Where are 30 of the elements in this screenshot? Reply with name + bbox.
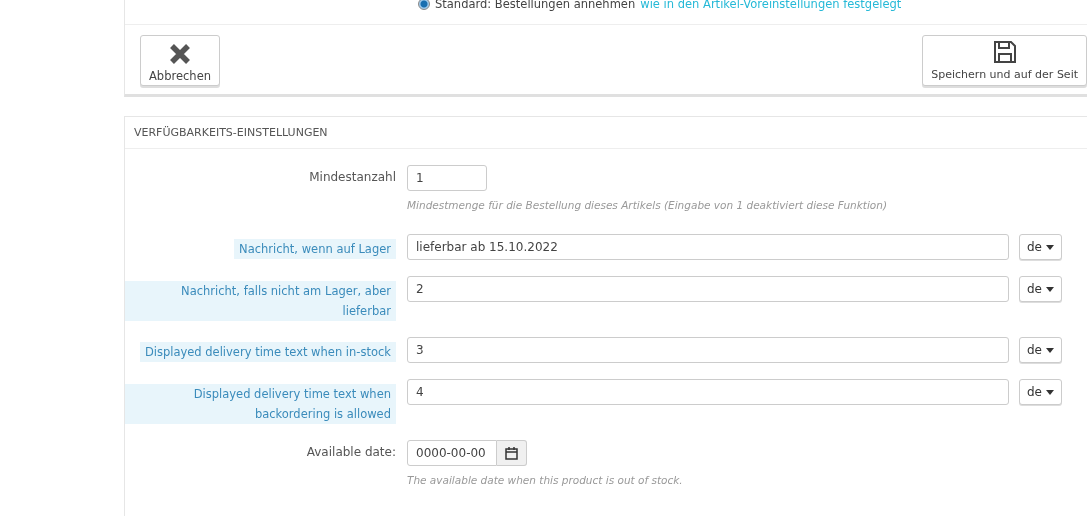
language-dropdown[interactable]: de xyxy=(1019,276,1062,302)
close-icon xyxy=(169,43,191,65)
language-dropdown[interactable]: de xyxy=(1019,379,1062,405)
radio-button[interactable] xyxy=(418,0,430,10)
field-label: Available date: xyxy=(306,445,396,459)
text-field[interactable]: 2 xyxy=(407,276,1009,302)
field-label: Displayed delivery time text when backordering is allowed xyxy=(125,384,396,424)
radio-label: Standard: Bestellungen annehmen xyxy=(435,0,636,11)
calendar-icon xyxy=(505,446,518,460)
cancel-button[interactable]: Abbrechen xyxy=(140,35,220,86)
text-field[interactable]: 4 xyxy=(407,379,1009,405)
text-field[interactable]: lieferbar ab 15.10.2022 xyxy=(407,234,1009,260)
text-field[interactable]: 3 xyxy=(407,337,1009,363)
caret-icon xyxy=(1046,244,1054,250)
caret-icon xyxy=(1046,347,1054,353)
calendar-button[interactable] xyxy=(497,440,527,466)
language-dropdown[interactable]: de xyxy=(1019,234,1062,260)
minimum-quantity-field[interactable]: 1 xyxy=(407,165,487,191)
language-dropdown[interactable]: de xyxy=(1019,337,1062,363)
help-text: Mindestmenge für die Bestellung dieses Artikels (Eingabe von 1 deaktiviert diese Funktion) xyxy=(407,199,888,211)
field-label: Displayed delivery time text when in-stock xyxy=(139,342,396,362)
help-text: The available date when this product is out of stock. xyxy=(407,474,683,486)
caret-icon xyxy=(1046,286,1054,292)
field-label: Nachricht, falls nicht am Lager, aber lieferbar xyxy=(125,281,396,321)
field-label: Mindestanzahl xyxy=(309,170,396,184)
date-field[interactable]: 0000-00-00 xyxy=(407,440,497,466)
field-label: Nachricht, wenn auf Lager xyxy=(234,239,396,259)
save-button[interactable]: Speichern und auf der Seit xyxy=(922,35,1087,86)
section-heading: VERFÜGBARKEITS-EINSTELLUNGEN xyxy=(125,117,1087,149)
caret-icon xyxy=(1046,389,1054,395)
